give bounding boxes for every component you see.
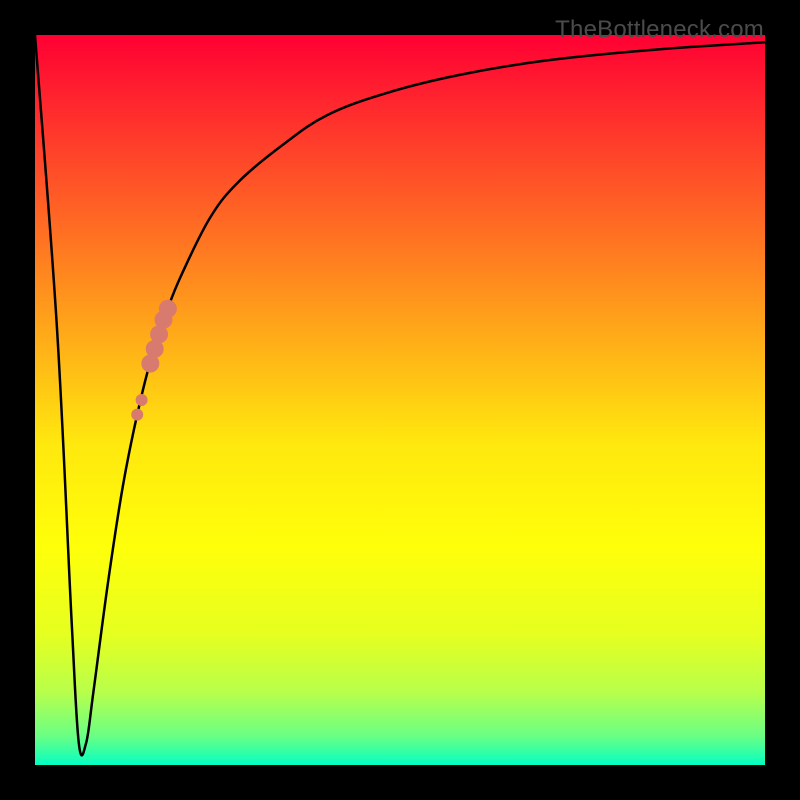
data-marker [136, 394, 148, 406]
data-marker [131, 409, 143, 421]
plot-area [35, 35, 765, 765]
chart-frame: TheBottleneck.com [0, 0, 800, 800]
data-marker [159, 300, 177, 318]
marker-group [131, 300, 177, 421]
